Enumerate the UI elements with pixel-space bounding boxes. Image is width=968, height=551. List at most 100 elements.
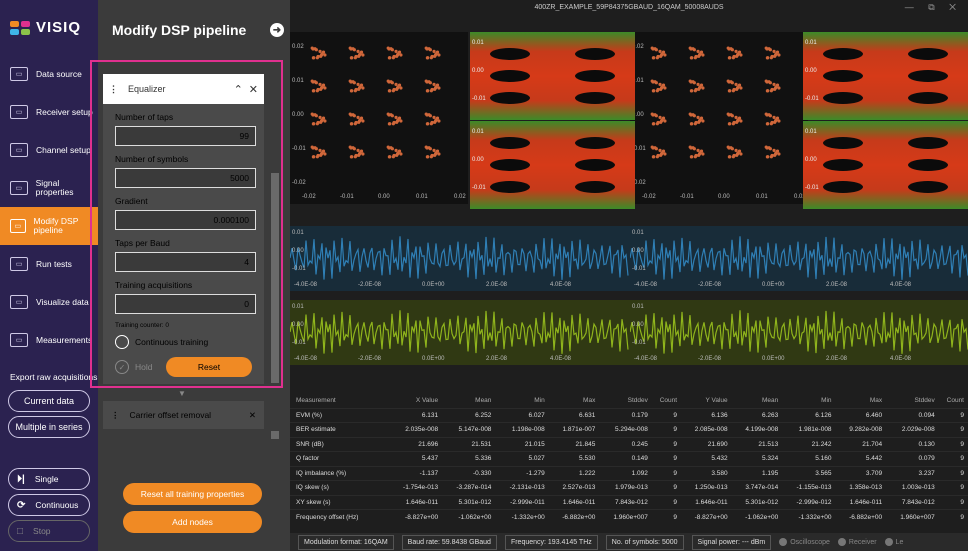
close-icon[interactable] bbox=[837, 538, 846, 546]
data-source-icon: ▭ bbox=[10, 67, 28, 81]
window-titlebar: 400ZR_EXAMPLE_59P84375GBAUD_16QAM_50008A… bbox=[290, 0, 968, 14]
drag-handle-icon[interactable]: ⋮ bbox=[111, 410, 120, 421]
multiple-in-series-button[interactable]: Multiple in series bbox=[8, 416, 90, 438]
reset-all-button[interactable]: Reset all training properties bbox=[123, 483, 262, 505]
check-icon[interactable]: ✓ bbox=[115, 360, 129, 374]
collapse-icon[interactable]: ⌃ bbox=[234, 83, 243, 96]
receiver-tag[interactable]: Receiver bbox=[837, 538, 877, 546]
table-cell: 0.094 bbox=[886, 407, 939, 423]
column-header[interactable]: Min bbox=[782, 393, 835, 408]
tick-label: 4.0E-08 bbox=[890, 282, 912, 288]
column-header[interactable]: Min bbox=[495, 393, 548, 408]
table-cell: BER estimate bbox=[290, 422, 389, 437]
column-header[interactable]: Measurement bbox=[290, 393, 389, 408]
panel-scrollbar[interactable] bbox=[271, 173, 279, 383]
table-row: Q factor 5.437 5.336 5.027 5.530 0.149 9 5.432 5… bbox=[290, 451, 968, 466]
nav-item-data-source[interactable]: ▭ Data source bbox=[0, 55, 98, 93]
nav-item-visualize-data[interactable]: ▭ Visualize data bbox=[0, 283, 98, 321]
table-cell: 5.027 bbox=[495, 451, 549, 466]
field-input[interactable]: 5000 bbox=[115, 168, 256, 188]
waveform-plot[interactable]: 0.01 0.00 -0.01 -4.0E-08 -2.0E-08 0.0E+00 2.0E… bbox=[630, 300, 968, 365]
tick-label: -0.01 bbox=[805, 185, 819, 191]
column-header[interactable]: Mean bbox=[732, 393, 783, 408]
column-header[interactable]: Y Value bbox=[681, 393, 732, 408]
nav-item-channel-setup[interactable]: ▭ Channel setup bbox=[0, 131, 98, 169]
carrier-offset-card: ⋮ Carrier offset removal ✕ bbox=[103, 401, 264, 429]
column-header[interactable]: Max bbox=[836, 393, 887, 408]
nav-item-run-tests[interactable]: ▭ Run tests bbox=[0, 245, 98, 283]
close-icon[interactable]: ✕ bbox=[249, 83, 258, 96]
radio-icon[interactable] bbox=[115, 335, 129, 349]
window-controls-icon[interactable]: — ⧉ ✕ bbox=[905, 2, 962, 13]
le-tag[interactable]: Le bbox=[884, 538, 903, 546]
nav-item-receiver-setup[interactable]: ▭ Receiver setup bbox=[0, 93, 98, 131]
hold-label: Hold bbox=[135, 362, 153, 372]
equalizer-header[interactable]: ⋮ Equalizer ⌃ ✕ bbox=[103, 74, 264, 104]
nav-item-measurements[interactable]: ▭ Measurements bbox=[0, 321, 98, 359]
eye-diagram[interactable]: 0.01 0.00 -0.01 bbox=[470, 121, 635, 209]
table-cell: -2.131e-013 bbox=[495, 480, 549, 495]
table-cell: -1.137 bbox=[388, 465, 443, 481]
waveform-plot[interactable]: 0.01 0.00 -0.01 -4.0E-08 -2.0E-08 0.0E+00 2.0E… bbox=[630, 226, 968, 291]
tick-label: 0.01 bbox=[472, 40, 484, 46]
column-header[interactable]: Count bbox=[652, 393, 681, 408]
field-input[interactable]: 0 bbox=[115, 294, 256, 314]
table-cell: 2.527e-013 bbox=[548, 480, 600, 495]
chevron-down-icon: ▼ bbox=[178, 389, 186, 398]
table-cell: -6.882e+00 bbox=[835, 509, 887, 524]
nav-item-modify-dsp-pipeline[interactable]: ▭ Modify DSP pipeline bbox=[0, 207, 98, 245]
tick-label: 0.0E+00 bbox=[422, 356, 445, 362]
field-input[interactable]: 4 bbox=[115, 252, 256, 272]
tick-label: -2.0E-08 bbox=[698, 282, 722, 288]
continuous-button[interactable]: ⟳ Continuous bbox=[8, 494, 90, 516]
tick-label: 2.0E-08 bbox=[486, 282, 508, 288]
constellation-plot[interactable]: 0.02 0.01 0.00 -0.01 -0.02 -0.02 -0.01 0.00 0.01… bbox=[290, 32, 468, 204]
nav-item-signal-properties[interactable]: ▭ Signal properties bbox=[0, 169, 98, 207]
field-input[interactable]: 99 bbox=[115, 126, 256, 146]
table-cell: -1.155e-013 bbox=[782, 480, 836, 495]
drag-handle-icon[interactable]: ⋮ bbox=[109, 84, 118, 95]
table-cell: 6.136 bbox=[681, 407, 732, 423]
continuous-training-toggle[interactable]: Continuous training bbox=[103, 333, 264, 351]
continuous-training-label: Continuous training bbox=[135, 337, 209, 347]
current-data-button[interactable]: Current data bbox=[8, 390, 90, 412]
table-cell: 9 bbox=[938, 494, 968, 510]
column-header[interactable]: Stddev bbox=[886, 393, 939, 408]
stop-icon: □ bbox=[17, 525, 24, 537]
reset-button[interactable]: Reset bbox=[166, 357, 252, 377]
close-icon[interactable] bbox=[884, 538, 893, 546]
equalizer-card: ⋮ Equalizer ⌃ ✕ Number of taps 99 Number o… bbox=[103, 74, 264, 384]
table-cell: 9 bbox=[938, 509, 968, 524]
table-row: SNR (dB) 21.696 21.531 21.015 21.845 0.245 9 21… bbox=[290, 436, 968, 452]
column-header[interactable]: Max bbox=[549, 393, 600, 408]
single-button[interactable]: ⏵| Single bbox=[8, 468, 90, 490]
tick-label: -4.0E-08 bbox=[294, 282, 318, 288]
receiver-icon: ▭ bbox=[10, 105, 28, 119]
baud-status: Baud rate: 59.8438 GBaud bbox=[401, 534, 497, 550]
column-header[interactable]: Stddev bbox=[599, 393, 652, 408]
eye-diagram[interactable]: 0.01 0.00 -0.01 bbox=[803, 121, 968, 209]
table-cell: 5.301e-012 bbox=[731, 494, 783, 510]
close-icon[interactable]: ✕ bbox=[249, 410, 256, 421]
stop-button[interactable]: □ Stop bbox=[8, 520, 90, 542]
column-header[interactable]: Count bbox=[939, 393, 968, 408]
tick-label: 0.01 bbox=[805, 40, 817, 46]
constellation-plot[interactable]: 0.02 0.01 0.00 -0.01 -0.02 -0.02 -0.01 0.00 0.01… bbox=[630, 32, 808, 204]
waveform-plot[interactable]: 0.01 0.00 -0.01 -4.0E-08 -2.0E-08 0.0E+00 2.0E… bbox=[290, 226, 630, 291]
waveform-plot[interactable]: 0.01 0.00 -0.01 -4.0E-08 -2.0E-08 0.0E+00 2.0E… bbox=[290, 300, 630, 365]
column-header[interactable]: Mean bbox=[442, 393, 495, 408]
table-cell: 6.126 bbox=[782, 407, 836, 423]
column-header[interactable]: X Value bbox=[389, 393, 442, 408]
table-cell: 2.085e-008 bbox=[681, 422, 732, 437]
oscilloscope-tag[interactable]: Oscilloscope bbox=[779, 538, 830, 546]
add-nodes-button[interactable]: Add nodes bbox=[123, 511, 262, 533]
field-input[interactable]: 0.000100 bbox=[115, 210, 256, 230]
eye-diagram[interactable]: 0.01 0.00 -0.01 bbox=[470, 32, 635, 120]
table-cell: 1.646e-011 bbox=[681, 494, 732, 510]
hold-row: ✓ Hold Reset bbox=[103, 355, 264, 379]
table-cell: 5.160 bbox=[782, 451, 836, 466]
table-cell: 5.301e-012 bbox=[442, 494, 496, 510]
back-arrow-icon[interactable]: ➜ bbox=[270, 23, 284, 37]
eye-diagram[interactable]: 0.01 0.00 -0.01 bbox=[803, 32, 968, 120]
close-icon[interactable] bbox=[779, 538, 788, 546]
